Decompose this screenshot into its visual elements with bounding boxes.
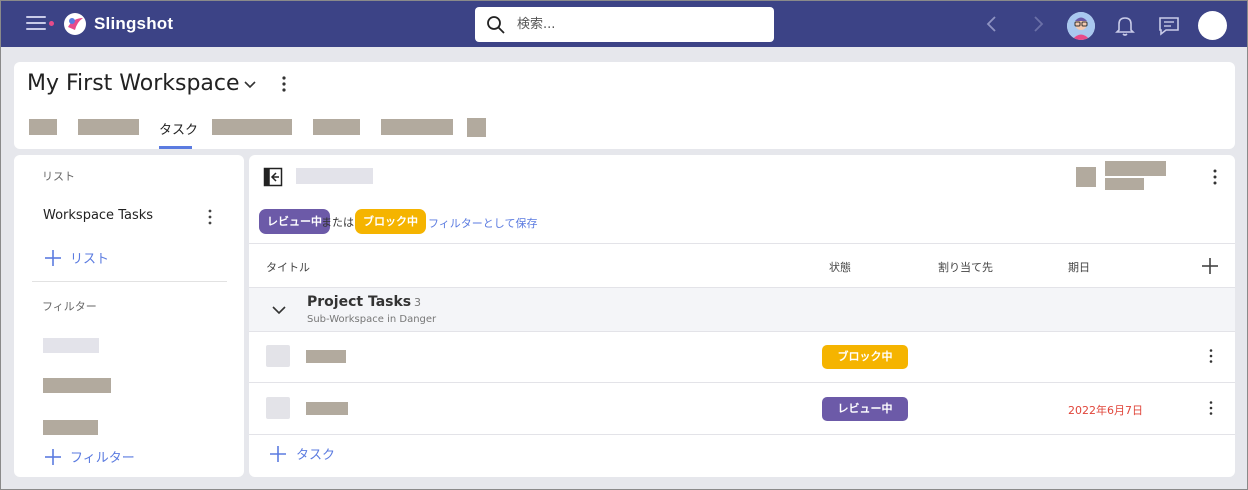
page-title[interactable]: My First Workspace: [27, 71, 240, 96]
save-as-filter-link[interactable]: フィルターとして保存: [428, 215, 537, 231]
list-title-redacted: [296, 168, 373, 184]
tab-redacted[interactable]: [381, 119, 453, 135]
divider: [249, 434, 1235, 435]
column-header-assignee[interactable]: 割り当て先: [938, 259, 993, 275]
tab-redacted[interactable]: [78, 119, 139, 135]
task-title-redacted[interactable]: [306, 402, 348, 415]
divider: [249, 243, 1235, 244]
row-more-icon[interactable]: [1205, 348, 1217, 364]
column-header-due[interactable]: 期日: [1068, 259, 1090, 275]
task-title-redacted[interactable]: [306, 350, 346, 363]
add-filter-button[interactable]: フィルター: [44, 447, 135, 466]
filter-connector: または: [321, 216, 354, 229]
search-icon: [487, 16, 505, 34]
plus-icon: [45, 448, 61, 465]
add-list-button[interactable]: リスト: [44, 248, 109, 267]
tab-redacted[interactable]: [467, 118, 486, 137]
menu-icon[interactable]: [26, 16, 46, 32]
divider: [32, 281, 227, 282]
plus-icon: [270, 445, 286, 462]
list-item-workspace-tasks[interactable]: Workspace Tasks: [43, 208, 153, 223]
divider: [249, 331, 1235, 332]
filter-chip-blocked[interactable]: ブロック中: [355, 209, 426, 234]
add-task-label: タスク: [296, 448, 336, 463]
filters-section-label: フィルター: [42, 300, 97, 313]
divider: [249, 382, 1235, 383]
notification-dot: [49, 21, 54, 26]
panel-more-icon[interactable]: [1209, 168, 1221, 186]
chevron-down-icon[interactable]: [271, 303, 287, 317]
tab-redacted[interactable]: [313, 119, 360, 135]
active-tab-indicator: [159, 146, 192, 149]
back-arrow-icon[interactable]: [982, 14, 1002, 34]
slingshot-logo-icon: [64, 13, 86, 35]
filter-item-redacted[interactable]: [43, 378, 111, 393]
due-date[interactable]: 2022年6月7日: [1068, 402, 1143, 418]
collapse-sidebar-icon[interactable]: [263, 167, 283, 187]
avatar[interactable]: [1067, 12, 1095, 40]
search-box[interactable]: [475, 7, 774, 42]
brand-name[interactable]: Slingshot: [94, 14, 173, 34]
bell-icon[interactable]: [1112, 12, 1138, 38]
column-header-status[interactable]: 状態: [829, 259, 851, 275]
task-group-header[interactable]: Project Tasks 3 Sub-Workspace in Danger: [249, 288, 1235, 331]
column-header-title[interactable]: タイトル: [266, 259, 310, 275]
filter-item-redacted[interactable]: [43, 420, 98, 435]
search-input[interactable]: [517, 7, 757, 42]
tab-tasks[interactable]: タスク: [159, 119, 198, 138]
add-filter-label: フィルター: [70, 451, 135, 466]
filter-chip-review[interactable]: レビュー中: [259, 209, 330, 234]
status-badge[interactable]: ブロック中: [822, 345, 908, 369]
plus-icon: [45, 249, 61, 266]
tab-redacted[interactable]: [212, 119, 292, 135]
workspace-header: My First Workspace タスク: [14, 62, 1235, 149]
group-count: 3: [414, 296, 421, 309]
task-list-panel: レビュー中 または ブロック中 フィルターとして保存 タイトル 状態 割り当て先…: [249, 155, 1235, 477]
user-menu-button[interactable]: [1198, 11, 1227, 40]
task-checkbox[interactable]: [266, 397, 290, 419]
header-redacted: [1105, 178, 1144, 190]
group-subtitle: Sub-Workspace in Danger: [307, 314, 437, 325]
task-checkbox[interactable]: [266, 345, 290, 367]
group-name: Project Tasks: [307, 294, 412, 310]
chevron-down-icon[interactable]: [242, 76, 258, 92]
list-more-icon[interactable]: [204, 208, 216, 226]
status-badge[interactable]: レビュー中: [822, 397, 908, 421]
lists-section-label: リスト: [42, 170, 75, 183]
forward-arrow-icon[interactable]: [1028, 14, 1048, 34]
sidebar: リスト Workspace Tasks リスト フィルター フィルター: [14, 155, 244, 477]
header-redacted: [1105, 161, 1166, 176]
avatar-illustration-icon: [1067, 12, 1095, 40]
tab-redacted[interactable]: [29, 119, 57, 135]
header-redacted[interactable]: [1076, 167, 1096, 187]
add-list-label: リスト: [70, 252, 110, 267]
filter-item-redacted[interactable]: [43, 338, 99, 353]
top-bar: Slingshot: [0, 0, 1248, 47]
chat-icon[interactable]: [1156, 12, 1182, 38]
add-task-button[interactable]: タスク: [269, 444, 335, 463]
row-more-icon[interactable]: [1205, 400, 1217, 416]
add-column-icon[interactable]: [1200, 256, 1220, 276]
workspace-more-icon[interactable]: [278, 74, 290, 94]
